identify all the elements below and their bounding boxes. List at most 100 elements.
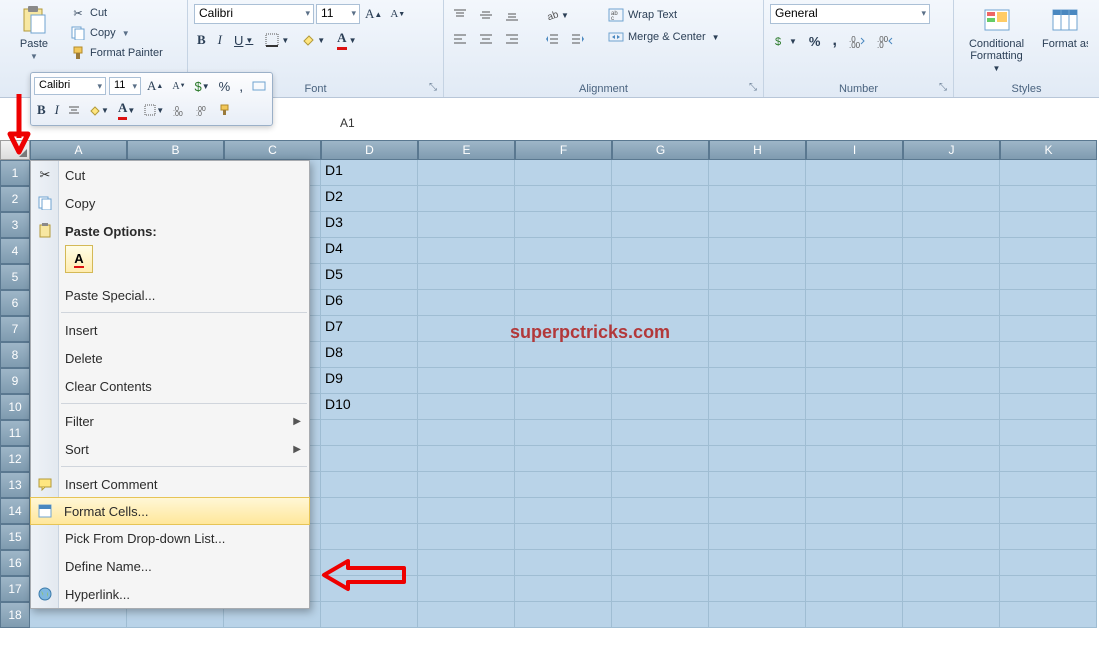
cell[interactable] <box>903 550 1000 576</box>
cell[interactable] <box>903 212 1000 238</box>
cell[interactable] <box>806 316 903 342</box>
col-header[interactable]: G <box>612 140 709 160</box>
increase-indent-button[interactable] <box>568 30 588 48</box>
row-header[interactable]: 7 <box>0 316 30 342</box>
cell[interactable] <box>418 160 515 186</box>
cell[interactable] <box>903 186 1000 212</box>
cell[interactable] <box>612 472 709 498</box>
cell[interactable] <box>709 316 806 342</box>
cell[interactable] <box>903 576 1000 602</box>
ctx-pick-from-list[interactable]: Pick From Drop-down List... <box>31 524 309 552</box>
percent-button[interactable]: % <box>806 32 824 51</box>
cell[interactable] <box>612 550 709 576</box>
cell[interactable] <box>515 342 612 368</box>
cell[interactable] <box>1000 316 1097 342</box>
cell[interactable] <box>709 290 806 316</box>
cell[interactable] <box>612 420 709 446</box>
ctx-copy[interactable]: Copy <box>31 189 309 217</box>
mini-inc-decimal[interactable]: .0.00 <box>170 102 190 118</box>
cell[interactable] <box>709 238 806 264</box>
ctx-insert-comment[interactable]: Insert Comment <box>31 470 309 498</box>
mini-font-color[interactable]: A▼ <box>115 98 138 122</box>
number-format-select[interactable]: General <box>770 4 930 24</box>
cell[interactable] <box>903 290 1000 316</box>
mini-border[interactable]: ▼ <box>141 102 167 118</box>
decrease-indent-button[interactable] <box>542 30 562 48</box>
row-header[interactable]: 2 <box>0 186 30 212</box>
col-header[interactable]: H <box>709 140 806 160</box>
cell[interactable] <box>418 342 515 368</box>
ctx-paste-special[interactable]: Paste Special... <box>31 281 309 309</box>
align-middle-button[interactable] <box>476 6 496 24</box>
cell[interactable] <box>418 212 515 238</box>
cell[interactable] <box>903 446 1000 472</box>
font-name-select[interactable]: Calibri <box>194 4 314 24</box>
mini-font-name[interactable]: Calibri <box>34 77 106 95</box>
cell[interactable] <box>806 602 903 628</box>
cell[interactable] <box>612 368 709 394</box>
cell[interactable] <box>709 446 806 472</box>
cell[interactable] <box>709 186 806 212</box>
fill-color-button[interactable]: ▼ <box>298 31 328 49</box>
cell[interactable] <box>806 264 903 290</box>
cell[interactable] <box>418 316 515 342</box>
col-header[interactable]: B <box>127 140 224 160</box>
cell[interactable] <box>418 238 515 264</box>
number-dialog-launcher[interactable]: ⤡ <box>936 80 950 94</box>
cell[interactable] <box>515 368 612 394</box>
underline-button[interactable]: U▼ <box>231 31 256 50</box>
row-header[interactable]: 17 <box>0 576 30 602</box>
ctx-delete[interactable]: Delete <box>31 344 309 372</box>
cell[interactable] <box>903 472 1000 498</box>
cell[interactable] <box>612 290 709 316</box>
col-header[interactable]: F <box>515 140 612 160</box>
font-dialog-launcher[interactable]: ⤡ <box>426 80 440 94</box>
cell[interactable] <box>1000 550 1097 576</box>
cell[interactable] <box>1000 238 1097 264</box>
cell[interactable] <box>903 316 1000 342</box>
cell[interactable] <box>515 498 612 524</box>
cell[interactable] <box>1000 264 1097 290</box>
cell[interactable] <box>1000 576 1097 602</box>
cell[interactable] <box>515 524 612 550</box>
cell[interactable] <box>1000 524 1097 550</box>
mini-align-center[interactable] <box>65 102 83 118</box>
mini-dec-decimal[interactable]: .00.0 <box>193 102 213 118</box>
cell[interactable] <box>806 238 903 264</box>
cell[interactable] <box>806 160 903 186</box>
cell[interactable] <box>612 602 709 628</box>
merge-center-button[interactable]: Merge & Center ▼ <box>604 28 724 46</box>
cell[interactable] <box>612 186 709 212</box>
cell[interactable] <box>1000 368 1097 394</box>
cell[interactable] <box>418 264 515 290</box>
grow-font-button[interactable]: A▲ <box>362 4 385 24</box>
cell[interactable] <box>806 420 903 446</box>
cell[interactable] <box>418 472 515 498</box>
cell[interactable] <box>321 472 418 498</box>
ctx-cut[interactable]: ✂ Cut <box>31 161 309 189</box>
cell[interactable]: D7 <box>321 316 418 342</box>
cell[interactable] <box>612 524 709 550</box>
cell[interactable] <box>1000 160 1097 186</box>
cell[interactable] <box>418 498 515 524</box>
cell[interactable] <box>1000 498 1097 524</box>
cut-button[interactable]: ✂ Cut <box>66 4 167 22</box>
cell[interactable] <box>515 160 612 186</box>
orientation-button[interactable]: ab▼ <box>542 6 572 24</box>
ctx-format-cells[interactable]: Format Cells... <box>30 497 310 525</box>
cell[interactable] <box>709 342 806 368</box>
col-header[interactable]: C <box>224 140 321 160</box>
cell[interactable] <box>321 602 418 628</box>
cell[interactable] <box>418 420 515 446</box>
cell[interactable] <box>709 212 806 238</box>
cell[interactable] <box>515 472 612 498</box>
cell[interactable] <box>806 550 903 576</box>
cell[interactable] <box>612 446 709 472</box>
paste-button[interactable]: Paste ▼ <box>6 2 62 63</box>
cell[interactable] <box>612 394 709 420</box>
cell[interactable] <box>806 524 903 550</box>
cell[interactable] <box>515 394 612 420</box>
cell[interactable] <box>806 446 903 472</box>
cell[interactable] <box>709 524 806 550</box>
cell[interactable]: D8 <box>321 342 418 368</box>
